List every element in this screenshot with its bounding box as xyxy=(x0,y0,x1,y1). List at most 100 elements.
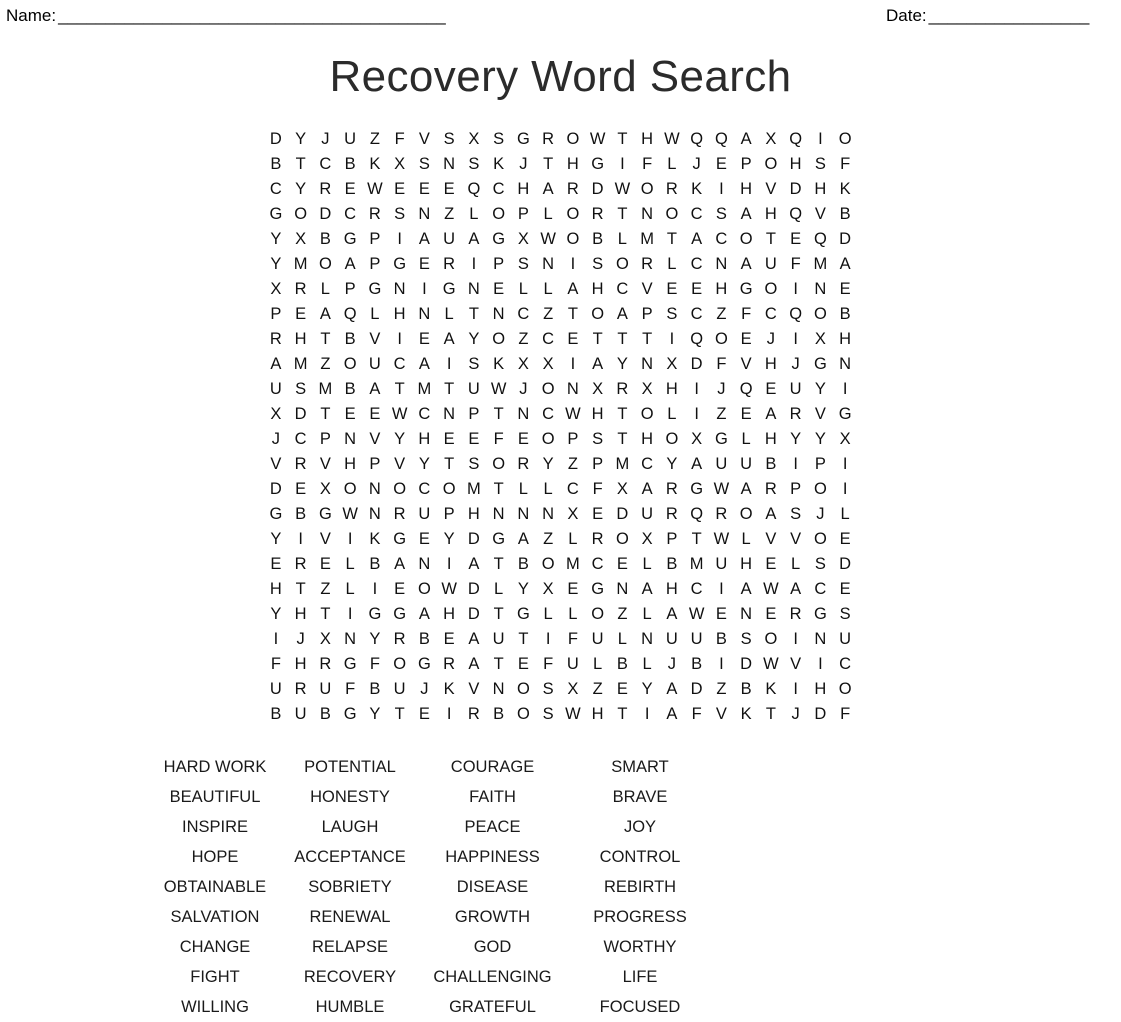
grid-cell[interactable]: C xyxy=(684,577,709,602)
grid-cell[interactable]: A xyxy=(313,302,338,327)
grid-cell[interactable]: R xyxy=(437,652,462,677)
word-list-item[interactable]: GOD xyxy=(420,932,565,962)
grid-cell[interactable]: N xyxy=(412,202,437,227)
grid-cell[interactable]: E xyxy=(338,402,363,427)
grid-cell[interactable]: R xyxy=(536,127,561,152)
grid-cell[interactable]: U xyxy=(709,452,734,477)
grid-cell[interactable]: X xyxy=(387,152,412,177)
grid-cell[interactable]: O xyxy=(660,202,685,227)
grid-cell[interactable]: C xyxy=(709,227,734,252)
grid-cell[interactable]: I xyxy=(783,327,808,352)
grid-cell[interactable]: I xyxy=(437,352,462,377)
word-list-item[interactable]: SMART xyxy=(565,752,715,782)
grid-cell[interactable]: N xyxy=(536,252,561,277)
grid-cell[interactable]: S xyxy=(585,427,610,452)
grid-cell[interactable]: I xyxy=(709,177,734,202)
grid-cell[interactable]: C xyxy=(536,402,561,427)
grid-cell[interactable]: Z xyxy=(709,302,734,327)
grid-cell[interactable]: R xyxy=(288,552,313,577)
grid-cell[interactable]: N xyxy=(511,502,536,527)
date-write-line[interactable]: _________________ xyxy=(929,6,1090,26)
grid-cell[interactable]: E xyxy=(610,677,635,702)
word-list-item[interactable]: PEACE xyxy=(420,812,565,842)
grid-cell[interactable]: X xyxy=(264,277,289,302)
grid-cell[interactable]: N xyxy=(808,277,833,302)
grid-cell[interactable]: U xyxy=(338,127,363,152)
grid-cell[interactable]: E xyxy=(833,277,858,302)
grid-cell[interactable]: M xyxy=(684,552,709,577)
grid-cell[interactable]: U xyxy=(264,377,289,402)
grid-cell[interactable]: Z xyxy=(313,577,338,602)
grid-cell[interactable]: T xyxy=(759,227,784,252)
grid-cell[interactable]: P xyxy=(313,427,338,452)
grid-cell[interactable]: E xyxy=(437,177,462,202)
grid-cell[interactable]: R xyxy=(660,502,685,527)
grid-cell[interactable]: O xyxy=(660,427,685,452)
grid-cell[interactable]: H xyxy=(288,327,313,352)
grid-cell[interactable]: G xyxy=(264,202,289,227)
grid-cell[interactable]: O xyxy=(387,652,412,677)
grid-cell[interactable]: L xyxy=(338,577,363,602)
grid-cell[interactable]: E xyxy=(412,252,437,277)
grid-cell[interactable]: O xyxy=(561,127,586,152)
word-list-item[interactable]: CHANGE xyxy=(0,932,280,962)
grid-cell[interactable]: M xyxy=(610,452,635,477)
grid-cell[interactable]: W xyxy=(387,402,412,427)
grid-cell[interactable]: G xyxy=(437,277,462,302)
grid-cell[interactable]: Y xyxy=(363,702,388,727)
grid-cell[interactable]: D xyxy=(684,352,709,377)
grid-cell[interactable]: R xyxy=(561,177,586,202)
grid-cell[interactable]: E xyxy=(511,427,536,452)
grid-cell[interactable]: X xyxy=(511,352,536,377)
grid-cell[interactable]: T xyxy=(437,452,462,477)
grid-cell[interactable]: W xyxy=(363,177,388,202)
grid-cell[interactable]: D xyxy=(462,577,487,602)
grid-cell[interactable]: Y xyxy=(288,177,313,202)
word-list-item[interactable]: SALVATION xyxy=(0,902,280,932)
grid-cell[interactable]: H xyxy=(833,327,858,352)
grid-cell[interactable]: I xyxy=(783,677,808,702)
word-list-item[interactable]: JOY xyxy=(565,812,715,842)
grid-cell[interactable]: B xyxy=(338,152,363,177)
grid-cell[interactable]: E xyxy=(511,652,536,677)
grid-cell[interactable]: W xyxy=(585,127,610,152)
grid-cell[interactable]: P xyxy=(462,402,487,427)
grid-cell[interactable]: G xyxy=(387,252,412,277)
word-list-item[interactable]: WILLING xyxy=(0,992,280,1022)
grid-cell[interactable]: O xyxy=(808,302,833,327)
grid-cell[interactable]: E xyxy=(585,502,610,527)
grid-cell[interactable]: S xyxy=(536,702,561,727)
grid-cell[interactable]: S xyxy=(585,252,610,277)
grid-cell[interactable]: H xyxy=(808,177,833,202)
grid-cell[interactable]: B xyxy=(734,677,759,702)
grid-cell[interactable]: W xyxy=(759,652,784,677)
grid-cell[interactable]: S xyxy=(486,127,511,152)
grid-cell[interactable]: A xyxy=(734,252,759,277)
grid-cell[interactable]: G xyxy=(808,352,833,377)
grid-cell[interactable]: I xyxy=(808,127,833,152)
grid-cell[interactable]: X xyxy=(610,477,635,502)
grid-cell[interactable]: U xyxy=(486,627,511,652)
grid-cell[interactable]: R xyxy=(759,477,784,502)
grid-cell[interactable]: E xyxy=(313,552,338,577)
grid-cell[interactable]: V xyxy=(808,402,833,427)
grid-cell[interactable]: G xyxy=(734,277,759,302)
grid-cell[interactable]: O xyxy=(387,477,412,502)
grid-cell[interactable]: T xyxy=(759,702,784,727)
grid-cell[interactable]: C xyxy=(585,552,610,577)
grid-cell[interactable]: O xyxy=(511,702,536,727)
grid-cell[interactable]: K xyxy=(759,677,784,702)
grid-cell[interactable]: T xyxy=(486,402,511,427)
grid-cell[interactable]: S xyxy=(783,502,808,527)
grid-cell[interactable]: K xyxy=(486,152,511,177)
grid-cell[interactable]: U xyxy=(684,627,709,652)
grid-cell[interactable]: L xyxy=(363,302,388,327)
grid-cell[interactable]: N xyxy=(462,277,487,302)
grid-cell[interactable]: K xyxy=(833,177,858,202)
grid-cell[interactable]: M xyxy=(462,477,487,502)
grid-cell[interactable]: A xyxy=(338,252,363,277)
grid-cell[interactable]: R xyxy=(288,677,313,702)
grid-cell[interactable]: D xyxy=(264,127,289,152)
grid-cell[interactable]: T xyxy=(635,327,660,352)
grid-cell[interactable]: E xyxy=(288,477,313,502)
